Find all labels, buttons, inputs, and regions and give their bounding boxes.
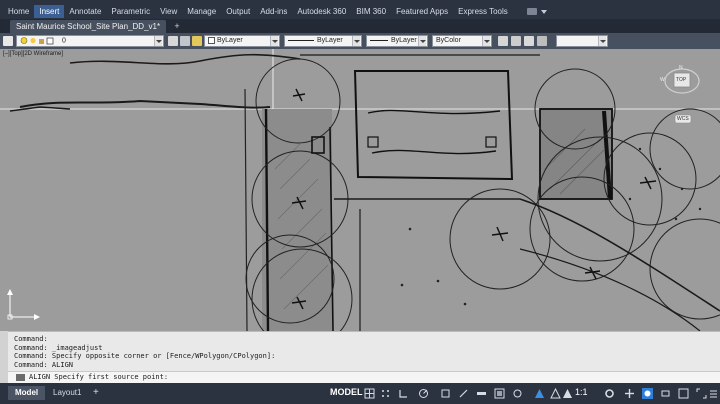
compass-west-label: W — [660, 77, 665, 83]
osnap-icon[interactable] — [440, 388, 451, 399]
fullscreen-icon[interactable] — [696, 388, 707, 399]
dynamic-ucs-icon[interactable] — [458, 388, 469, 399]
ribbon-tab-autodesk-360[interactable]: Autodesk 360 — [292, 5, 351, 18]
annotation-visibility-icon[interactable] — [534, 388, 545, 399]
snap-icon[interactable] — [380, 388, 391, 399]
model-space-button[interactable]: MODEL — [330, 387, 363, 397]
isolate-icon[interactable] — [642, 388, 653, 399]
minimize-ribbon-icon[interactable] — [526, 8, 537, 15]
layer-dropdown[interactable]: 0 — [16, 35, 164, 47]
auto-scale-icon[interactable] — [550, 388, 561, 399]
selection-cycling-icon[interactable] — [512, 388, 523, 399]
color-swatch — [208, 36, 215, 44]
model-tab[interactable]: Model — [8, 386, 46, 400]
chevron-down-icon[interactable] — [540, 9, 547, 14]
transparency-toggle-icon[interactable] — [494, 388, 505, 399]
ribbon-tab-annotate[interactable]: Annotate — [64, 5, 106, 18]
command-line-icon[interactable] — [16, 373, 25, 381]
ucs-menu-label[interactable]: WCS — [677, 116, 689, 122]
compass-north-label: N — [679, 65, 683, 71]
new-tab-button[interactable]: + — [172, 21, 182, 31]
clean-screen-toggle-icon[interactable] — [678, 388, 689, 399]
command-history-line: Command: Specify opposite corner or [Fen… — [14, 352, 276, 360]
ribbon-tab-manage[interactable]: Manage — [182, 5, 221, 18]
command-history-line: Command: ALIGN — [14, 360, 74, 369]
properties-toolbar: 0 ByLayer ByLayer ByLayer ByColor — [0, 33, 720, 49]
ribbon-tab-insert[interactable]: Insert — [34, 5, 65, 18]
ribbon-tab-view[interactable]: View — [155, 5, 182, 18]
layer-color-icon — [46, 37, 54, 45]
ucs-icon — [4, 287, 40, 323]
ribbon-tab-bar: Home Insert Annotate Parametric View Man… — [0, 4, 720, 19]
hardware-accel-icon[interactable] — [660, 388, 671, 399]
lineweight-toggle-icon[interactable] — [476, 388, 487, 399]
layer-state-icons — [20, 37, 54, 45]
drawing-canvas[interactable]: [–][Top][2D Wireframe] TOP N W WCS — [0, 49, 720, 331]
plot-style-value: ByColor — [436, 37, 461, 44]
workspace-gear-icon[interactable] — [604, 388, 615, 399]
color-dropdown[interactable]: ByLayer — [204, 35, 280, 47]
match-layer-icon[interactable] — [180, 36, 190, 46]
sun-icon — [30, 37, 36, 44]
lineweight-value: ByLayer — [391, 37, 417, 44]
lineweight-sample — [370, 39, 388, 41]
ortho-icon[interactable] — [398, 388, 409, 399]
command-prompt: ALIGN Specify first source point: — [29, 373, 169, 381]
status-bar: Model Layout1 + MODEL 1:1 — [0, 383, 720, 404]
document-tab-bar: Saint Maurice School_Site Plan_DD_v1* + — [0, 19, 720, 33]
annotation-scale-icon[interactable] — [562, 388, 573, 399]
list-icon[interactable] — [511, 36, 521, 46]
viewcube-face-label: TOP — [676, 77, 687, 83]
ribbon-tab-add-ins[interactable]: Add-ins — [255, 5, 292, 18]
lightbulb-icon — [20, 37, 28, 44]
command-history-line: Command: — [14, 335, 48, 343]
make-current-icon[interactable] — [168, 36, 178, 46]
ribbon-extra-controls — [526, 8, 547, 15]
transparency-icon[interactable] — [498, 36, 508, 46]
layout1-tab[interactable]: Layout1 — [46, 386, 88, 400]
command-window-grip[interactable] — [0, 331, 8, 383]
calculator-icon[interactable] — [537, 36, 547, 46]
layer-previous-icon[interactable] — [192, 36, 202, 46]
clean-screen-icon[interactable] — [524, 36, 534, 46]
command-line-input[interactable]: ALIGN Specify first source point: — [8, 371, 720, 383]
add-layout-button[interactable]: + — [86, 386, 106, 400]
command-history-line: Command: _imageadjust — [14, 343, 103, 352]
ribbon-tab-featured-apps[interactable]: Featured Apps — [391, 5, 453, 18]
layer-properties-icon[interactable] — [3, 36, 13, 46]
grid-icon[interactable] — [364, 388, 375, 399]
plot-style-dropdown[interactable]: ByColor — [432, 35, 492, 47]
lineweight-dropdown[interactable]: ByLayer — [366, 35, 428, 47]
linetype-value: ByLayer — [317, 37, 343, 44]
ribbon-tab-express-tools[interactable]: Express Tools — [453, 5, 513, 18]
style-dropdown[interactable] — [556, 35, 608, 47]
document-tab[interactable]: Saint Maurice School_Site Plan_DD_v1* — [10, 20, 166, 33]
viewport-controls-label[interactable]: [–][Top][2D Wireframe] — [3, 51, 63, 57]
layer-name: 0 — [61, 37, 66, 45]
lock-icon — [39, 39, 44, 44]
command-history: Command: Command: _imageadjust Command: … — [8, 331, 720, 371]
site-plan-sketch — [0, 49, 720, 331]
ribbon-tab-output[interactable]: Output — [221, 5, 255, 18]
annotation-scale-value[interactable]: 1:1 — [575, 387, 588, 397]
linetype-sample — [288, 39, 314, 41]
polar-icon[interactable] — [418, 388, 429, 399]
ribbon-tab-bim-360[interactable]: BIM 360 — [351, 5, 391, 18]
plus-icon[interactable] — [624, 388, 635, 399]
ribbon-tab-home[interactable]: Home — [3, 5, 34, 18]
customize-icon[interactable] — [708, 388, 719, 399]
viewcube[interactable]: TOP N W WCS — [660, 65, 702, 127]
linetype-dropdown[interactable]: ByLayer — [284, 35, 362, 47]
color-value: ByLayer — [217, 37, 243, 44]
ribbon-tab-parametric[interactable]: Parametric — [106, 5, 155, 18]
